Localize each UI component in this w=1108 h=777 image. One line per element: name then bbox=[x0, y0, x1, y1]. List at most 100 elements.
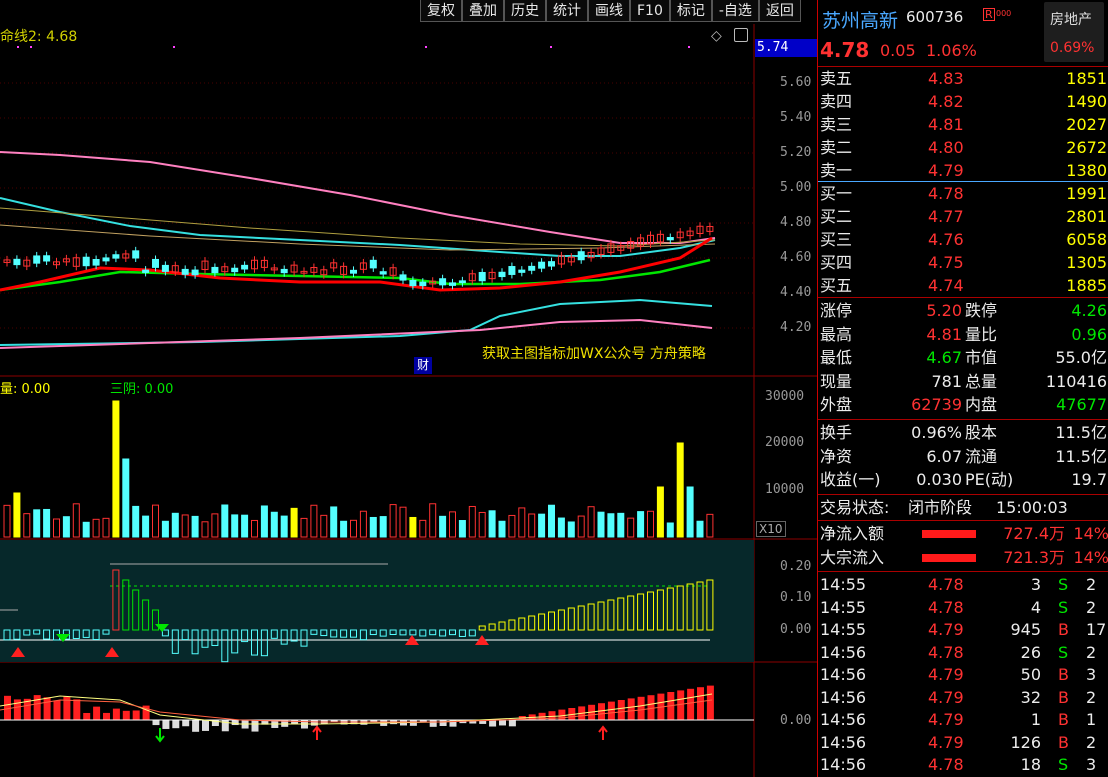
toolbar-button-8[interactable]: 返回 bbox=[758, 0, 801, 22]
stat-row: 净资 6.07 流通 11.5亿 bbox=[818, 446, 1108, 468]
tick-price: 4.79 bbox=[928, 710, 964, 729]
macd-bar bbox=[697, 687, 704, 720]
volume-bar bbox=[617, 512, 625, 538]
finance-marker[interactable]: 财 bbox=[414, 357, 432, 374]
stat-value: 6.07 bbox=[926, 446, 962, 466]
toolbar-button-3[interactable]: 统计 bbox=[546, 0, 588, 22]
macd-bar bbox=[231, 720, 239, 726]
stat-label: 涨停 bbox=[820, 301, 853, 320]
tick-row[interactable]: 14:55 4.78 4 S 2 bbox=[818, 597, 1108, 619]
asks-row[interactable]: 卖一 4.79 1380 bbox=[818, 160, 1108, 182]
toolbar-button-4[interactable]: 画线 bbox=[588, 0, 630, 22]
volume-bar bbox=[538, 513, 546, 538]
macd-bar bbox=[687, 688, 695, 720]
volume-bar bbox=[300, 517, 308, 538]
bids-row[interactable]: 买四 4.75 1305 bbox=[818, 252, 1108, 274]
volume-bar bbox=[647, 510, 654, 538]
asks-row[interactable]: 卖二 4.80 2672 bbox=[818, 137, 1108, 159]
toolbar-button-1[interactable]: 叠加 bbox=[462, 0, 504, 22]
asks-volume: 1851 bbox=[1066, 69, 1107, 88]
diamond-icon[interactable]: ◇ bbox=[711, 28, 722, 44]
volume-bar bbox=[488, 510, 496, 538]
asks-row[interactable]: 卖四 4.82 1490 bbox=[818, 91, 1108, 113]
volume-bar bbox=[656, 486, 664, 538]
stat-value: 0.96% bbox=[911, 423, 962, 442]
volume-bar bbox=[330, 506, 338, 538]
bids-row[interactable]: 买三 4.76 6058 bbox=[818, 229, 1108, 251]
stat-value: 19.7 bbox=[1071, 470, 1107, 489]
macd-bar bbox=[162, 720, 170, 729]
volume-bar bbox=[577, 515, 585, 538]
bids-row[interactable]: 买一 4.78 1991 bbox=[818, 183, 1108, 205]
toolbar-button-0[interactable]: 复权 bbox=[420, 0, 462, 22]
price-axis-tick: 5.20 bbox=[780, 145, 812, 160]
tick-row[interactable]: 14:55 4.79 945 B 17 bbox=[818, 619, 1108, 641]
tick-price: 4.79 bbox=[928, 687, 964, 707]
asks-price: 4.79 bbox=[928, 161, 964, 180]
toolbar-button-2[interactable]: 历史 bbox=[504, 0, 546, 22]
trade-status-time: 15:00:03 bbox=[996, 498, 1068, 517]
price-axis-tick: 4.80 bbox=[780, 215, 812, 230]
tick-row[interactable]: 14:56 4.79 50 B 3 bbox=[818, 664, 1108, 686]
sector-box[interactable]: 房地产 0.69% bbox=[1044, 2, 1104, 62]
volume-bar bbox=[171, 512, 179, 538]
candle-body bbox=[102, 257, 110, 262]
candle-body bbox=[379, 271, 387, 275]
macd-bar bbox=[677, 690, 685, 720]
tick-side: B bbox=[1058, 732, 1069, 752]
stat-row: 外盘 62739 内盘 47677 bbox=[818, 394, 1108, 416]
toolbar-button-5[interactable]: F10 bbox=[630, 0, 670, 22]
flow-value: 721.3万 bbox=[1003, 548, 1065, 567]
volume-bar bbox=[696, 520, 704, 538]
asks-label: 卖四 bbox=[820, 92, 853, 111]
up-arrow bbox=[312, 725, 322, 740]
candle-body bbox=[577, 251, 585, 261]
volume-bar bbox=[72, 503, 80, 538]
volume-bar bbox=[676, 442, 684, 538]
tick-row[interactable]: 14:56 4.79 1 B 1 bbox=[818, 709, 1108, 731]
bids-label: 买四 bbox=[820, 253, 853, 272]
macd-bar bbox=[489, 720, 497, 727]
tick-volume: 32 bbox=[1020, 687, 1041, 707]
macd-bar bbox=[429, 720, 437, 727]
asks-price: 4.82 bbox=[928, 92, 964, 111]
price-axis-tick: 4.40 bbox=[780, 285, 812, 300]
volume-axis-tick: 10000 bbox=[765, 482, 805, 497]
asks-row[interactable]: 卖三 4.81 2027 bbox=[818, 114, 1108, 136]
candle-body bbox=[280, 268, 288, 274]
kline-chart-area[interactable]: 命线2: 4.68 5.74 ◇ 5.60 5.40 5.20 5.00 4.80 4.6… bbox=[0, 0, 817, 777]
candle-body bbox=[161, 264, 169, 272]
toolbar-button-6[interactable]: 标记 bbox=[669, 0, 712, 22]
asks-row[interactable]: 卖五 4.83 1851 bbox=[818, 68, 1108, 90]
tick-time: 14:56 bbox=[820, 710, 867, 729]
tick-count: 2 bbox=[1086, 687, 1097, 707]
stat-value: 781 bbox=[931, 371, 962, 391]
bids-row[interactable]: 买二 4.77 2801 bbox=[818, 206, 1108, 228]
volume-bar bbox=[43, 508, 51, 538]
candle-body bbox=[132, 250, 140, 259]
stat-value: 11.5亿 bbox=[1055, 446, 1107, 466]
bids-price: 4.77 bbox=[928, 207, 964, 226]
bids-row[interactable]: 买五 4.74 1885 bbox=[818, 275, 1108, 297]
candle-body bbox=[13, 258, 21, 266]
macd-bar bbox=[607, 701, 615, 720]
tick-row[interactable]: 14:56 4.79 126 B 2 bbox=[818, 732, 1108, 754]
tick-side: B bbox=[1058, 620, 1069, 639]
stat-row: 收益(一) 0.030 PE(动) 19.7 bbox=[818, 469, 1108, 491]
stat-row: 换手 0.96% 股本 11.5亿 bbox=[818, 422, 1108, 444]
toolbar-button-7[interactable]: -自选 bbox=[711, 0, 759, 22]
tick-row[interactable]: 14:56 4.79 32 B 2 bbox=[818, 687, 1108, 709]
tick-row[interactable]: 14:56 4.78 26 S 2 bbox=[818, 642, 1108, 664]
macd-bar bbox=[112, 708, 120, 720]
asks-volume: 1490 bbox=[1066, 92, 1107, 111]
candle-body bbox=[241, 264, 249, 270]
tick-row[interactable]: 14:55 4.78 3 S 2 bbox=[818, 574, 1108, 596]
bids-label: 买三 bbox=[820, 230, 853, 249]
volume-bar bbox=[458, 520, 466, 538]
tick-side: S bbox=[1058, 755, 1069, 774]
tick-row[interactable]: 14:56 4.78 18 S 3 bbox=[818, 754, 1108, 776]
volume-bar bbox=[221, 504, 229, 538]
candle-body bbox=[231, 267, 239, 273]
asks-label: 卖一 bbox=[820, 161, 853, 180]
window-icon[interactable] bbox=[734, 28, 748, 42]
